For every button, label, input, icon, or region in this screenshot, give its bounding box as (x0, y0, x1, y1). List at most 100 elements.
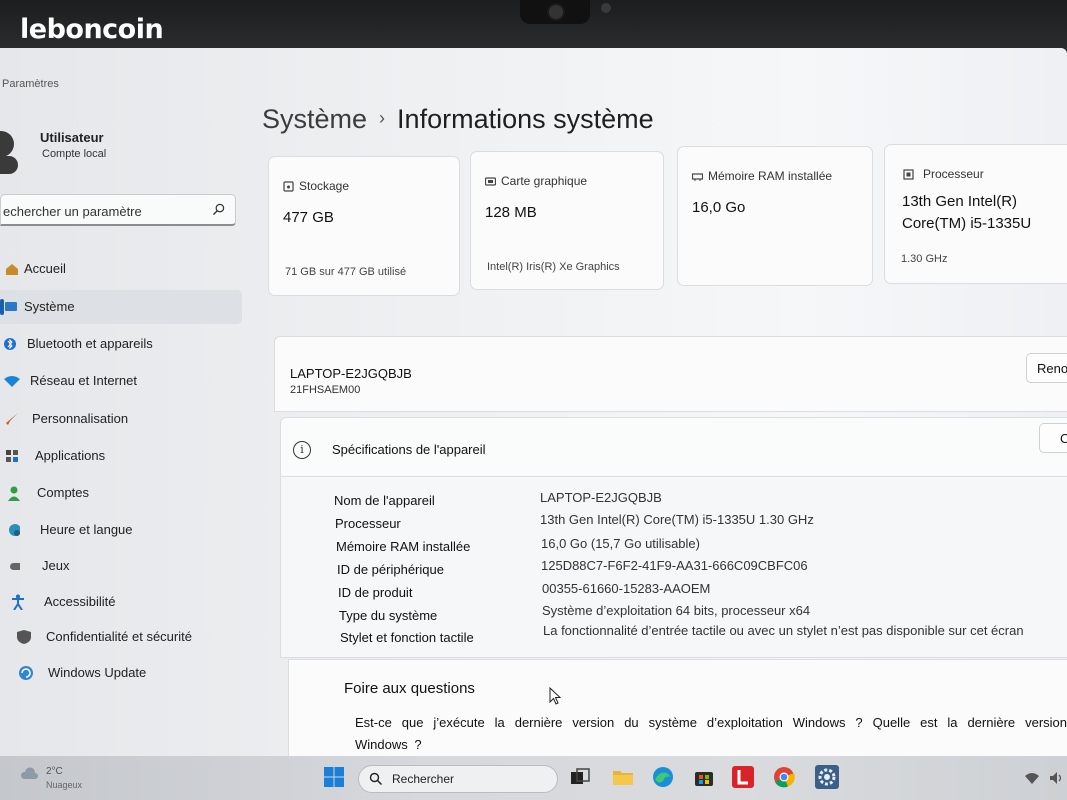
sidebar-item-personnalisation[interactable]: Personnalisation (0, 402, 242, 436)
spec-key: Stylet et fonction tactile (340, 630, 474, 645)
gamepad-icon (10, 563, 20, 570)
user-account-type: Compte local (42, 148, 107, 160)
sidebar-item-label: Windows Update (48, 665, 147, 680)
copy-button[interactable]: C (1039, 423, 1067, 453)
ram-card[interactable]: Mémoire RAM installée 16,0 Go (677, 146, 873, 286)
taskbar-search-placeholder: Rechercher (392, 772, 455, 786)
taskbar: 2°C Nuageux Rechercher (0, 756, 1067, 800)
avatar[interactable] (0, 131, 14, 157)
mouse-cursor-icon (549, 687, 561, 705)
accessibility-icon (12, 594, 24, 610)
card-label: Stockage (299, 179, 350, 193)
spec-value[interactable]: La fonctionnalité d’entrée tactile ou av… (543, 623, 1024, 638)
sidebar-item-label: Accessibilité (44, 594, 116, 609)
search-icon[interactable] (212, 203, 225, 216)
sidebar-item-label: Confidentialité et sécurité (46, 629, 192, 644)
storage-icon (283, 181, 294, 192)
wifi-icon (4, 376, 20, 387)
gpu-card[interactable]: Carte graphique 128 MB Intel(R) Iris(R) … (470, 151, 664, 290)
weather-temperature: 2°C (46, 766, 63, 777)
sidebar-item-applications[interactable]: Applications (0, 439, 242, 473)
shield-icon (17, 630, 31, 644)
monitor-icon (5, 302, 17, 311)
card-subtext: 71 GB sur 477 GB utilisé (285, 266, 407, 278)
update-icon (19, 666, 33, 680)
task-view-icon[interactable] (568, 765, 592, 789)
sidebar-item-label: Bluetooth et appareils (27, 336, 153, 351)
settings-icon[interactable] (815, 765, 839, 789)
sidebar-item-label: Réseau et Internet (30, 373, 137, 388)
storage-card[interactable]: Stockage 477 GB 71 GB sur 477 GB utilisé (268, 156, 460, 296)
gpu-icon (485, 177, 496, 186)
spec-key: Processeur (335, 516, 401, 531)
settings-window: Paramètres Utilisateur Compte local eche… (0, 48, 1067, 756)
spec-key: ID de périphérique (337, 562, 444, 577)
app-title: Paramètres (2, 78, 59, 90)
l-app-icon[interactable] (731, 765, 755, 789)
card-subtext: Intel(R) Iris(R) Xe Graphics (487, 261, 620, 273)
card-value: 16,0 Go (692, 199, 746, 216)
info-icon: i (293, 441, 311, 459)
spec-value[interactable]: LAPTOP-E2JGQBJB (540, 490, 662, 505)
faq-question[interactable]: Est-ce que j’exécute la dernière version… (355, 712, 1067, 756)
sidebar-item-accessibilite[interactable]: Accessibilité (0, 585, 242, 619)
sidebar-item-label: Jeux (42, 558, 70, 573)
card-label: Carte graphique (501, 174, 588, 188)
card-label: Processeur (923, 167, 984, 181)
cpu-card[interactable]: Processeur 13th Gen Intel(R) Core(TM) i5… (884, 144, 1067, 284)
sidebar-item-windows-update[interactable]: Windows Update (0, 656, 242, 690)
spec-value[interactable]: 00355-61660-15283-AAOEM (542, 581, 710, 596)
sidebar-item-confidentialite[interactable]: Confidentialité et sécurité (0, 620, 242, 654)
sidebar-item-label: Comptes (37, 485, 90, 500)
device-specs-title: Spécifications de l'appareil (332, 442, 486, 457)
sidebar-item-accueil[interactable]: Accueil (0, 252, 242, 286)
webcam-sensor (601, 3, 611, 13)
windows-start-icon[interactable] (322, 765, 346, 789)
file-explorer-icon[interactable] (611, 765, 635, 789)
rename-button-label: Reno (1037, 361, 1067, 376)
apps-icon (6, 450, 18, 462)
breadcrumb-parent[interactable]: Système (262, 104, 367, 134)
wifi-icon[interactable] (1024, 770, 1040, 786)
settings-search-input[interactable]: echercher un paramètre (0, 194, 236, 226)
cloud-icon[interactable] (20, 766, 38, 780)
bluetooth-icon (4, 338, 16, 350)
sidebar-item-heure-langue[interactable]: Heure et langue (0, 513, 242, 547)
spec-value[interactable]: Système d’exploitation 64 bits, processe… (542, 603, 810, 618)
faq-title: Foire aux questions (344, 680, 475, 697)
person-icon (8, 486, 20, 501)
copy-button-label: C (1060, 431, 1067, 446)
sidebar-item-jeux[interactable]: Jeux (0, 549, 242, 583)
sidebar-item-comptes[interactable]: Comptes (0, 476, 242, 510)
spec-value[interactable]: 13th Gen Intel(R) Core(TM) i5-1335U 1.30… (540, 512, 814, 527)
card-value-line1: 13th Gen Intel(R) (902, 193, 1018, 210)
card-label: Mémoire RAM installée (708, 169, 833, 183)
globe-clock-icon (9, 524, 20, 536)
sidebar-item-bluetooth[interactable]: Bluetooth et appareils (0, 327, 242, 361)
sidebar-item-systeme[interactable]: Système (0, 290, 242, 324)
taskbar-search[interactable] (358, 765, 558, 793)
spec-key: ID de produit (338, 585, 413, 600)
user-name: Utilisateur (40, 130, 104, 145)
store-icon[interactable] (692, 765, 716, 789)
sidebar-item-label: Applications (35, 448, 106, 463)
card-value-line2: Core(TM) i5-1335U (902, 215, 1032, 232)
edge-icon[interactable] (651, 765, 675, 789)
volume-icon[interactable] (1048, 770, 1064, 786)
sidebar-item-reseau[interactable]: Réseau et Internet (0, 364, 242, 398)
rename-pc-button[interactable]: Reno (1026, 353, 1067, 383)
weather-description: Nuageux (46, 780, 83, 790)
device-name: LAPTOP-E2JGQBJB (290, 366, 412, 381)
breadcrumb: Système › Informations système (262, 104, 654, 135)
ram-icon (692, 173, 703, 181)
chrome-icon[interactable] (772, 765, 796, 789)
spec-key: Nom de l'appareil (334, 493, 435, 508)
page-title: Informations système (397, 104, 654, 134)
spec-value[interactable]: 125D88C7-F6F2-41F9-AA31-666C09CBFC06 (541, 558, 808, 573)
home-icon (6, 264, 18, 275)
search-icon (369, 772, 383, 786)
device-model: 21FHSAEM00 (290, 384, 361, 396)
spec-key: Type du système (339, 608, 438, 623)
spec-value[interactable]: 16,0 Go (15,7 Go utilisable) (541, 536, 700, 551)
sidebar-item-label: Personnalisation (32, 411, 129, 426)
